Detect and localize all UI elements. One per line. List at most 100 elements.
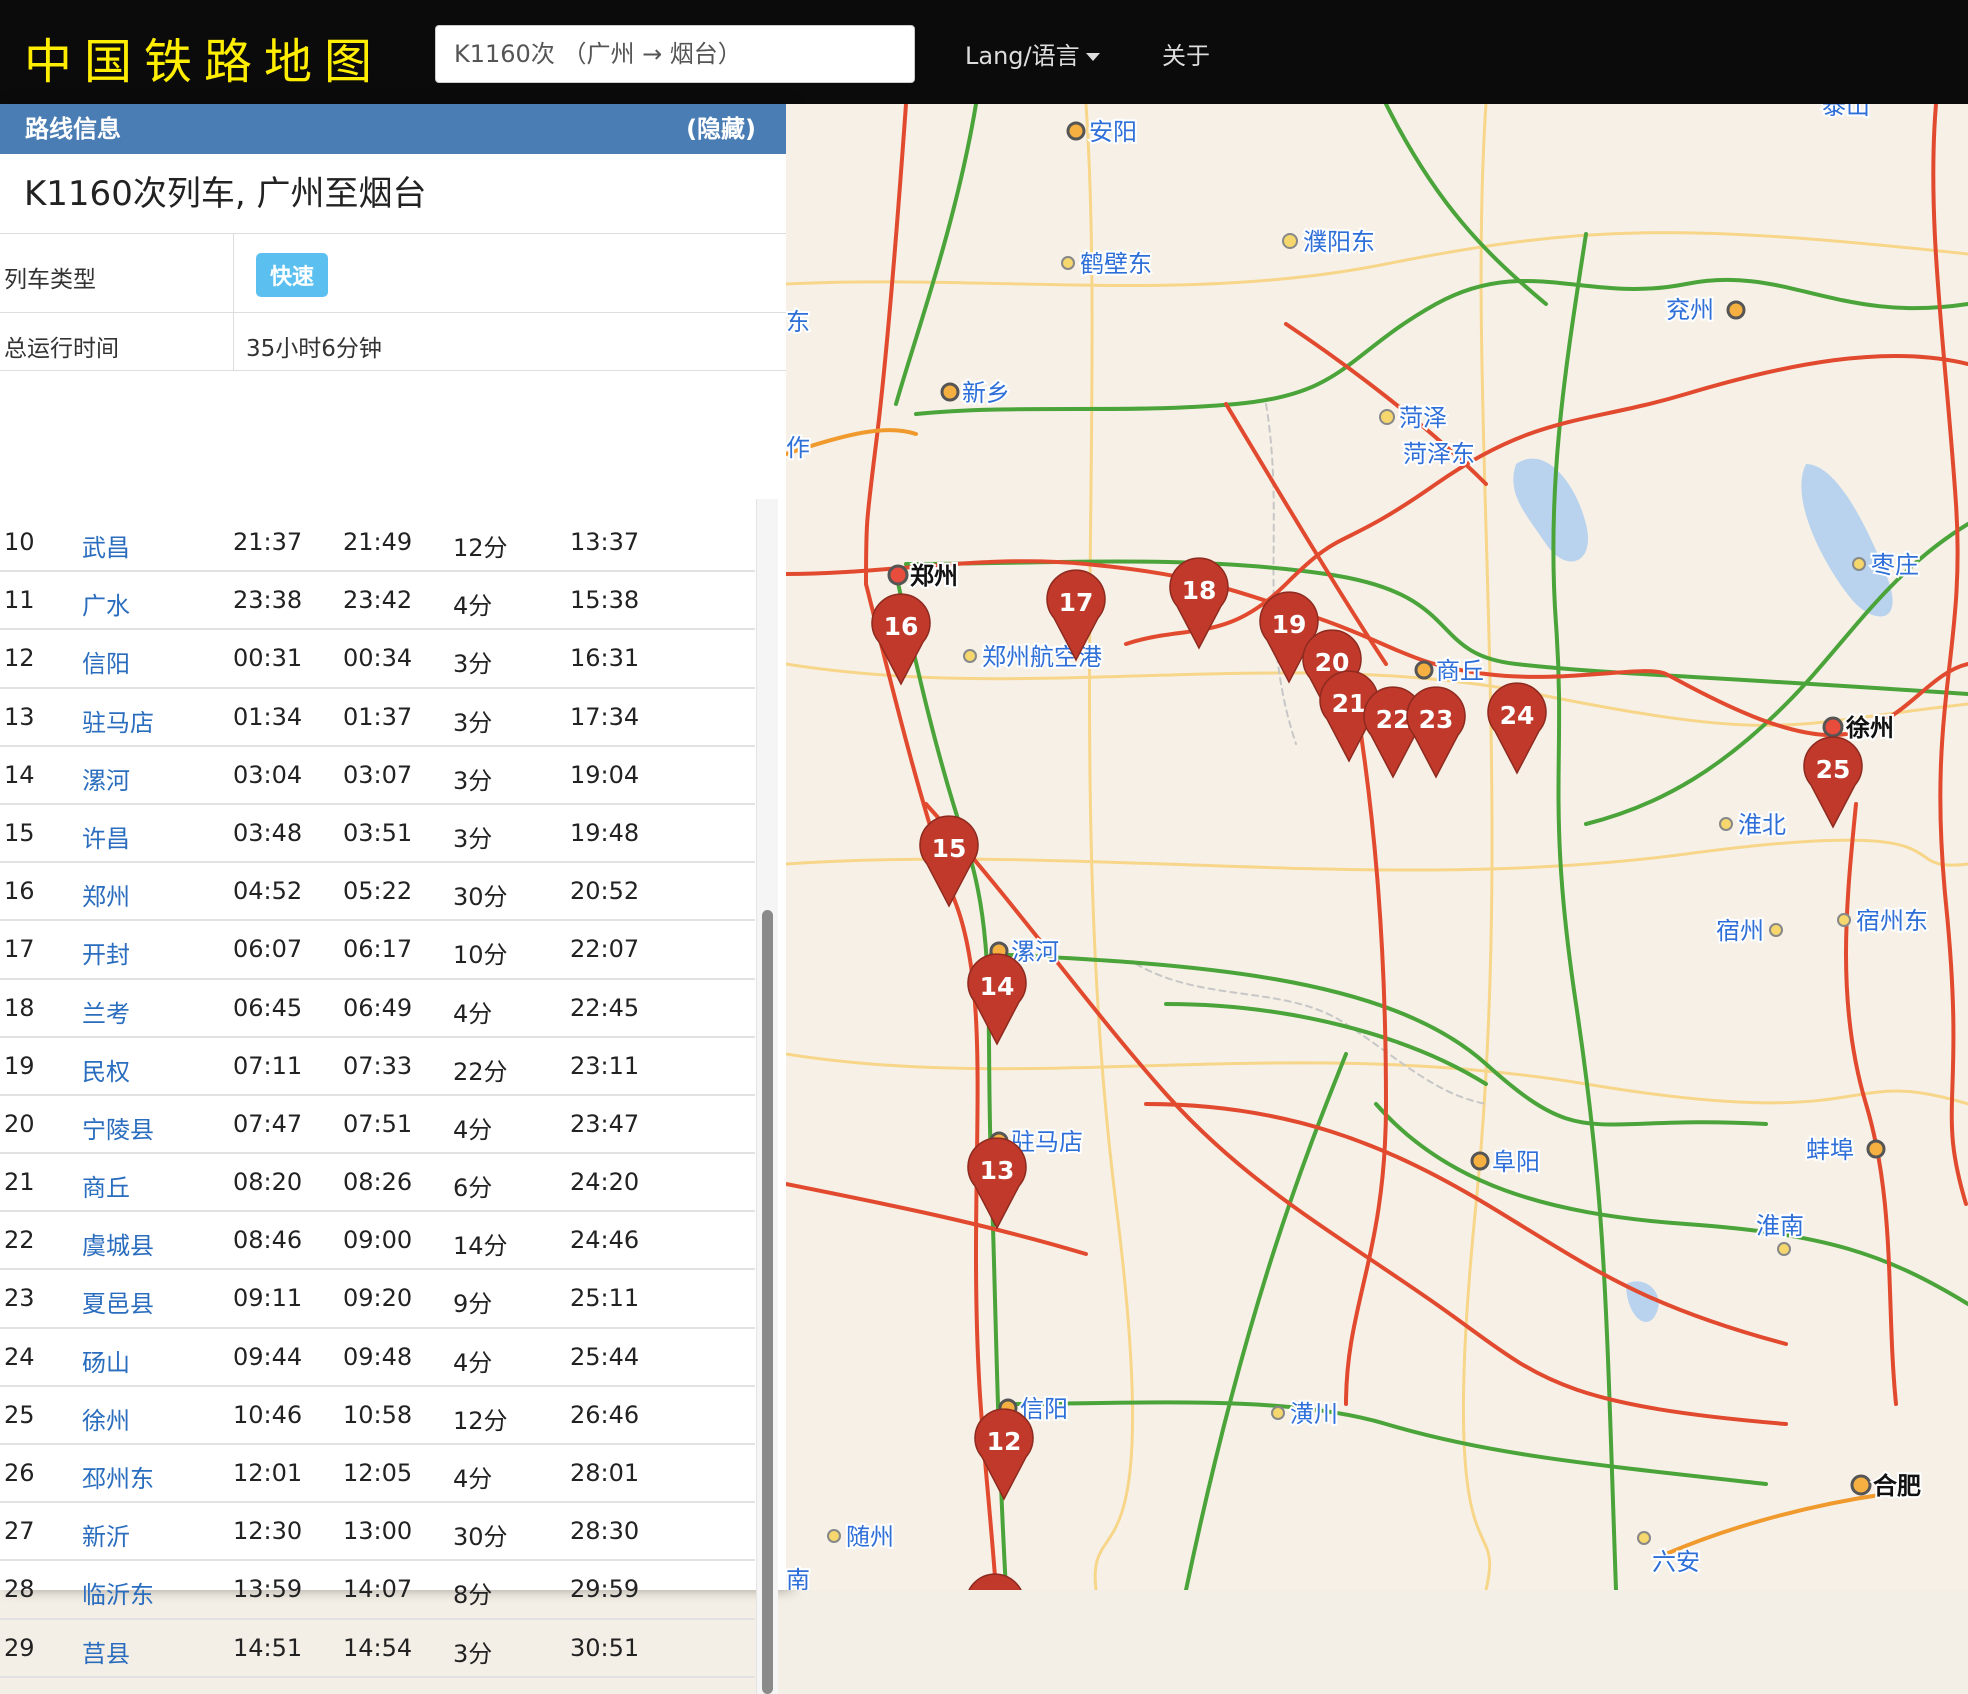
site-brand[interactable]: 中国铁路地图 bbox=[24, 22, 384, 92]
city-label: 漯河 bbox=[1011, 938, 1059, 966]
wait-time: 4分 bbox=[453, 999, 493, 1028]
table-row: 23 夏邑县 09:11 09:20 9分 25:11 bbox=[0, 1270, 755, 1329]
stop-pin-11[interactable]: 11 bbox=[966, 1573, 1024, 1590]
stop-pins: 111213141516171819202122232425 bbox=[871, 557, 1863, 1590]
elapsed-time: 24:46 bbox=[570, 1226, 640, 1255]
depart-time: 21:49 bbox=[343, 528, 413, 556]
stop-pin-16[interactable]: 16 bbox=[871, 593, 931, 686]
station-link[interactable]: 新沂 bbox=[82, 1517, 130, 1552]
city-label: 作 bbox=[786, 434, 810, 462]
depart-time: 06:49 bbox=[343, 993, 413, 1022]
table-row: 24 砀山 09:44 09:48 4分 25:44 bbox=[0, 1329, 755, 1387]
depart-time: 14:07 bbox=[343, 1575, 413, 1604]
stop-number: 27 bbox=[4, 1517, 35, 1546]
table-row: 28 临沂东 13:59 14:07 8分 29:59 bbox=[0, 1561, 755, 1620]
stop-number: 24 bbox=[4, 1342, 35, 1371]
pin-number: 24 bbox=[1500, 701, 1535, 730]
table-row: 20 宁陵县 07:47 07:51 4分 23:47 bbox=[0, 1096, 755, 1155]
elapsed-time: 13:37 bbox=[570, 528, 640, 556]
about-link[interactable]: 关于 bbox=[1162, 36, 1210, 71]
scrollbar-thumb[interactable] bbox=[762, 910, 773, 1694]
station-link[interactable]: 砀山 bbox=[82, 1343, 130, 1378]
station-link[interactable]: 邳州东 bbox=[82, 1459, 154, 1494]
elapsed-time: 30:51 bbox=[570, 1633, 640, 1662]
stop-number: 23 bbox=[4, 1284, 35, 1313]
table-row: 10 武昌 21:37 21:49 12分 13:37 bbox=[0, 514, 755, 573]
station-link[interactable]: 许昌 bbox=[82, 819, 130, 854]
search-input[interactable]: K1160次 （广州 → 烟台） bbox=[435, 25, 915, 83]
station-link[interactable]: 虞城县 bbox=[82, 1226, 154, 1261]
station-link[interactable]: 漯河 bbox=[82, 761, 130, 796]
pin-number: 22 bbox=[1376, 705, 1411, 734]
city-label: 泰山 bbox=[1822, 104, 1870, 120]
depart-time: 09:20 bbox=[343, 1284, 413, 1313]
table-row: 11 广水 23:38 23:42 4分 15:38 bbox=[0, 572, 755, 631]
map-city-dots bbox=[827, 121, 1886, 1545]
depart-time: 09:00 bbox=[343, 1226, 413, 1255]
map-canvas[interactable]: 安阳 鹤壁东 濮阳东 兖州 新乡 菏泽 菏泽东 郑州 郑州航空港 商丘 徐州 枣… bbox=[786, 104, 1968, 1590]
city-label: 菏泽东 bbox=[1403, 440, 1475, 468]
station-link[interactable]: 夏邑县 bbox=[82, 1284, 154, 1319]
elapsed-time: 26:46 bbox=[570, 1400, 640, 1429]
arrive-time: 12:30 bbox=[233, 1517, 303, 1546]
station-link[interactable]: 驻马店 bbox=[82, 703, 154, 738]
stop-number: 19 bbox=[4, 1051, 35, 1080]
map-green-lines bbox=[894, 104, 1968, 1590]
city-label: 信阳 bbox=[1020, 1395, 1068, 1423]
wait-time: 4分 bbox=[453, 1465, 493, 1493]
station-link[interactable]: 商丘 bbox=[82, 1168, 130, 1203]
stop-pin-23[interactable]: 23 bbox=[1406, 686, 1466, 779]
station-link[interactable]: 广水 bbox=[82, 586, 130, 621]
wait-time: 4分 bbox=[453, 592, 493, 621]
pin-number: 12 bbox=[987, 1427, 1022, 1456]
city-label: 鹤壁东 bbox=[1080, 250, 1152, 278]
language-dropdown[interactable]: Lang/语言 bbox=[965, 36, 1100, 71]
table-row: 21 商丘 08:20 08:26 6分 24:20 bbox=[0, 1154, 755, 1213]
panel-title: 路线信息 bbox=[25, 115, 121, 143]
railway-map[interactable]: 安阳 鹤壁东 濮阳东 兖州 新乡 菏泽 菏泽东 郑州 郑州航空港 商丘 徐州 枣… bbox=[786, 104, 1968, 1590]
hide-panel-link[interactable]: (隐藏) bbox=[686, 104, 756, 154]
arrive-time: 09:44 bbox=[233, 1342, 303, 1371]
station-link[interactable]: 徐州 bbox=[82, 1401, 130, 1436]
table-row: 13 驻马店 01:34 01:37 3分 17:34 bbox=[0, 689, 755, 747]
elapsed-time: 17:34 bbox=[570, 702, 640, 731]
train-type-badge: 快速 bbox=[256, 253, 329, 297]
city-label: 蚌埠 bbox=[1806, 1136, 1854, 1164]
city-label: 宿州东 bbox=[1856, 907, 1928, 935]
station-link[interactable]: 临沂东 bbox=[82, 1575, 154, 1610]
pin-marker-icon bbox=[968, 1573, 1022, 1590]
train-type-label: 列车类型 bbox=[4, 267, 96, 293]
map-water bbox=[1513, 458, 1893, 1323]
stop-pin-24[interactable]: 24 bbox=[1487, 682, 1547, 775]
city-label: 六安 bbox=[1652, 1548, 1700, 1576]
stop-number: 15 bbox=[4, 818, 35, 847]
station-link[interactable]: 莒县 bbox=[82, 1634, 130, 1669]
depart-time: 00:34 bbox=[343, 644, 413, 673]
station-link[interactable]: 民权 bbox=[82, 1052, 130, 1087]
stop-number: 11 bbox=[4, 586, 35, 615]
stop-number: 17 bbox=[4, 935, 35, 964]
arrive-time: 03:48 bbox=[233, 818, 303, 847]
station-link[interactable]: 信阳 bbox=[82, 644, 130, 679]
elapsed-time: 23:11 bbox=[570, 1051, 640, 1080]
station-link[interactable]: 武昌 bbox=[82, 528, 130, 563]
stop-pin-12[interactable]: 12 bbox=[974, 1408, 1034, 1501]
stop-pin-15[interactable]: 15 bbox=[919, 815, 979, 908]
wait-time: 3分 bbox=[453, 824, 493, 853]
depart-time: 10:58 bbox=[343, 1400, 413, 1429]
panel-header: 路线信息 (隐藏) bbox=[0, 104, 786, 154]
arrive-time: 14:51 bbox=[233, 1633, 303, 1662]
city-label: 淮北 bbox=[1738, 811, 1786, 839]
city-label: 随州 bbox=[846, 1523, 894, 1551]
depart-time: 06:17 bbox=[343, 935, 413, 964]
wait-time: 10分 bbox=[453, 941, 508, 970]
station-link[interactable]: 开封 bbox=[82, 935, 130, 970]
pin-number: 15 bbox=[932, 834, 967, 863]
station-link[interactable]: 郑州 bbox=[82, 877, 130, 912]
arrive-time: 13:59 bbox=[233, 1575, 303, 1604]
station-link[interactable]: 宁陵县 bbox=[82, 1110, 154, 1145]
stop-number: 22 bbox=[4, 1226, 35, 1255]
elapsed-time: 19:48 bbox=[570, 818, 640, 847]
wait-time: 3分 bbox=[453, 1639, 493, 1668]
station-link[interactable]: 兰考 bbox=[82, 994, 130, 1029]
